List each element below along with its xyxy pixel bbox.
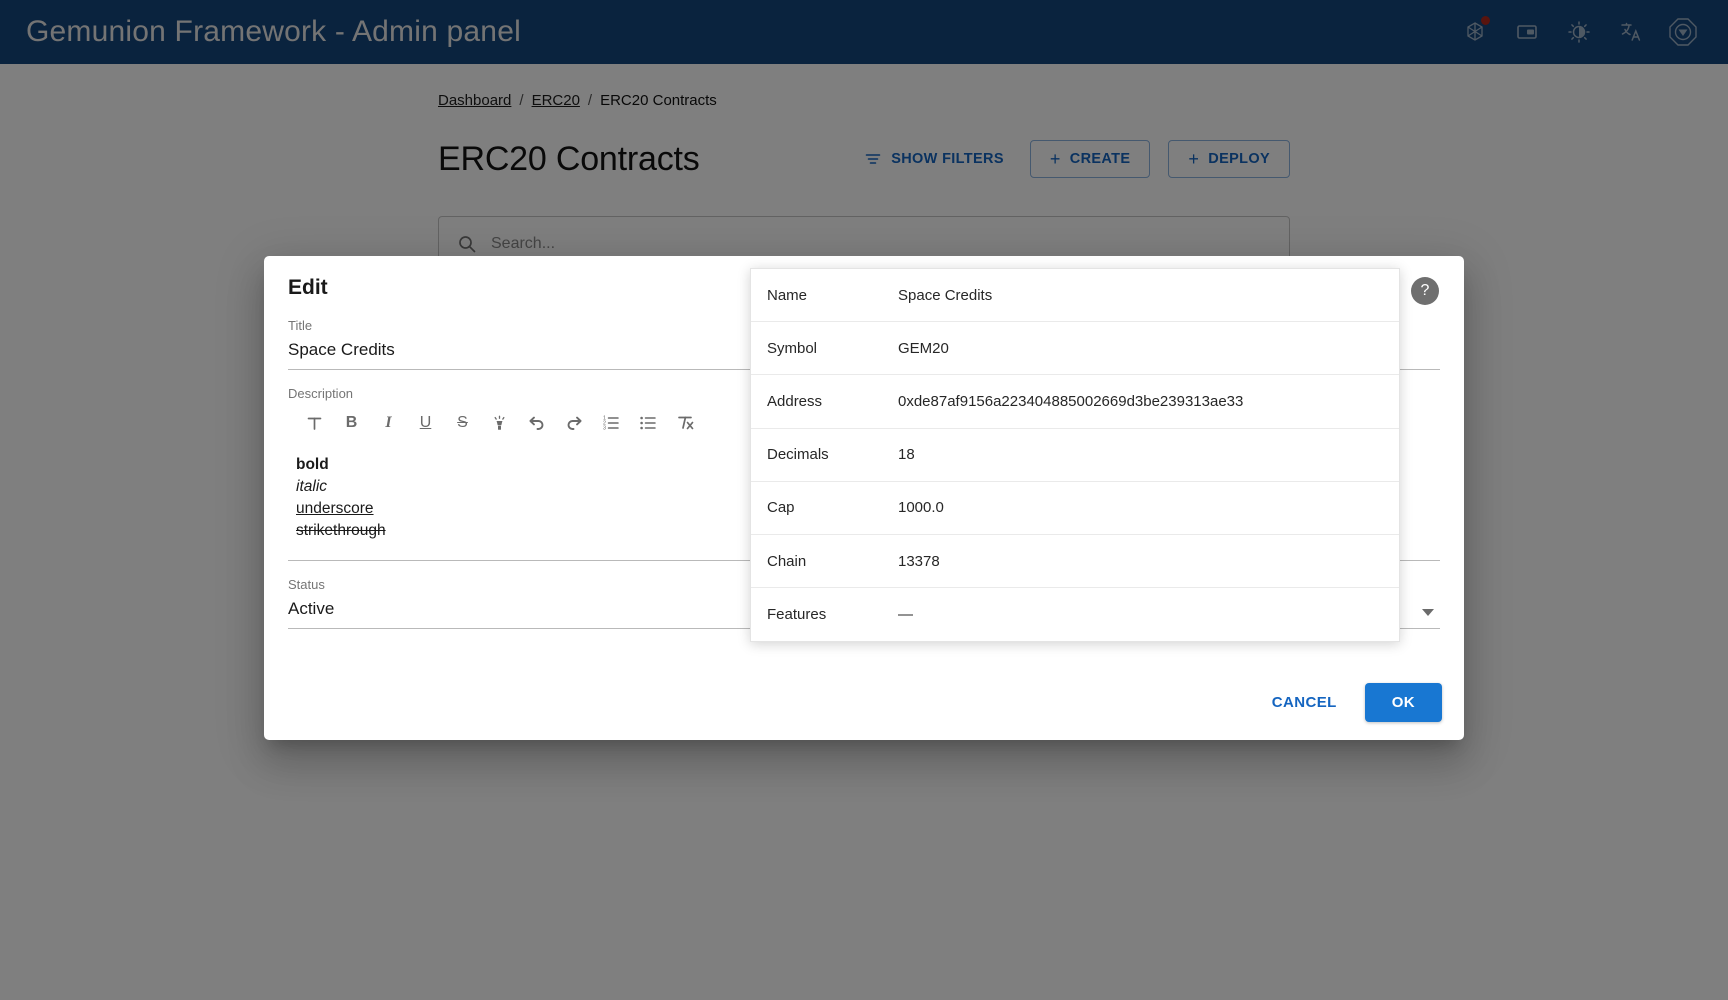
italic-icon[interactable]: I (370, 408, 407, 438)
info-key: Name (767, 286, 808, 304)
dialog-title: Edit (288, 276, 328, 299)
info-value: 1000.0 (898, 499, 944, 517)
info-value: 18 (898, 446, 915, 464)
info-row: Features — (751, 588, 1399, 641)
contract-info-panel: Name Space Credits Symbol GEM20 Address … (750, 268, 1400, 642)
info-key: Address (767, 392, 823, 410)
ok-button[interactable]: OK (1364, 683, 1442, 722)
numbered-list-icon[interactable]: 1 2 3 (592, 408, 629, 438)
cancel-button[interactable]: CANCEL (1258, 684, 1351, 721)
info-row: Address 0xde87af9156a223404885002669d3be… (751, 375, 1399, 429)
bullet-list-icon[interactable] (629, 408, 666, 438)
strikethrough-icon[interactable]: S (444, 408, 481, 438)
underline-icon[interactable]: U (407, 408, 444, 438)
svg-text:3: 3 (603, 426, 606, 432)
info-value: 13378 (898, 552, 940, 570)
info-value: — (898, 606, 913, 624)
chevron-down-icon[interactable] (1422, 609, 1434, 616)
help-icon[interactable]: ? (1411, 277, 1439, 305)
info-value: Space Credits (898, 286, 993, 304)
info-key: Cap (767, 499, 795, 517)
info-row: Chain 13378 (751, 535, 1399, 589)
clear-format-icon[interactable] (666, 408, 703, 438)
dialog-actions: CANCEL OK (1258, 683, 1442, 722)
info-key: Features (767, 606, 827, 624)
info-row: Symbol GEM20 (751, 322, 1399, 376)
info-value: 0xde87af9156a223404885002669d3be239313ae… (898, 392, 1244, 410)
info-row: Name Space Credits (751, 269, 1399, 323)
undo-icon[interactable] (518, 408, 555, 438)
bold-icon[interactable]: B (333, 408, 370, 438)
info-key: Decimals (767, 446, 829, 464)
info-key: Chain (767, 552, 807, 570)
highlight-icon[interactable] (481, 408, 518, 438)
info-key: Symbol (767, 339, 818, 357)
text-format-icon[interactable] (296, 408, 333, 438)
redo-icon[interactable] (555, 408, 592, 438)
info-row: Decimals 18 (751, 429, 1399, 482)
info-row: Cap 1000.0 (751, 482, 1399, 535)
info-value: GEM20 (898, 339, 949, 357)
